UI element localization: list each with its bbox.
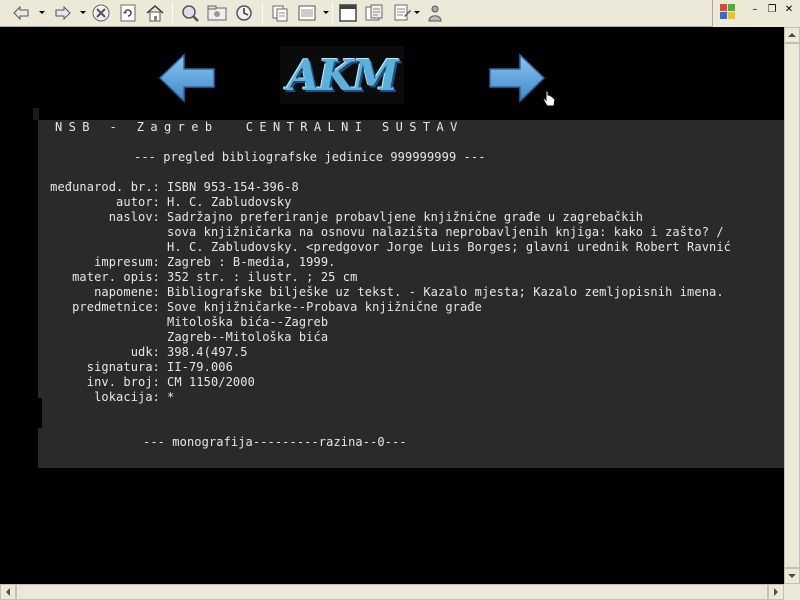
- home-icon: [146, 5, 164, 22]
- field-value: *: [167, 390, 175, 404]
- record-header: NSB - Zagreb CENTRALNI SUSTAV: [55, 120, 464, 134]
- edit-button[interactable]: [363, 3, 385, 23]
- record-field-row: Zagreb--Mitološka bića: [38, 330, 328, 345]
- refresh-icon: [120, 4, 136, 22]
- previous-record-button[interactable]: [158, 52, 216, 104]
- akm-logo[interactable]: AKM: [280, 46, 404, 104]
- print-button[interactable]: [295, 3, 319, 23]
- field-label: napomene:: [94, 285, 160, 299]
- print-icon: [298, 5, 316, 21]
- field-value: H. C. Zabludovsky: [167, 195, 292, 209]
- print-dropdown-icon[interactable]: [323, 11, 329, 14]
- home-button[interactable]: [143, 3, 167, 23]
- minimize-button[interactable]: –: [748, 4, 762, 16]
- restore-button[interactable]: ❐: [765, 4, 779, 16]
- record-subheader: --- pregled bibliografske jedinice 99999…: [134, 150, 486, 164]
- field-value: Mitološka bića--Zagreb: [167, 315, 329, 329]
- messenger-button[interactable]: [423, 3, 447, 23]
- field-value: II-79.006: [167, 360, 233, 374]
- left-arrow-icon: [158, 53, 215, 103]
- field-value: 398.4(497.5: [167, 345, 248, 359]
- forward-button[interactable]: [50, 3, 76, 23]
- favorites-icon: [207, 5, 227, 21]
- edit-icon: [365, 4, 383, 21]
- vertical-scroll-thumb[interactable]: [784, 43, 800, 568]
- history-icon: [236, 5, 252, 21]
- record-field-row: mater. opis: 352 str. : ilustr. ; 25 cm: [38, 270, 357, 285]
- record-field-row: Mitološka bića--Zagreb: [38, 315, 328, 330]
- field-label: lokacija:: [94, 390, 160, 404]
- field-value: Bibliografske bilješke uz tekst. - Kazal…: [167, 285, 724, 299]
- search-icon: [182, 5, 199, 22]
- back-dropdown-icon[interactable]: [39, 11, 45, 14]
- record-field-row: signatura: II-79.006: [38, 360, 233, 375]
- field-value: H. C. Zabludovsky. <predgovor Jorge Luis…: [167, 240, 731, 254]
- window-controls: – ❐ ✕: [712, 0, 800, 27]
- field-label: predmetnice:: [72, 300, 160, 314]
- next-record-button[interactable]: [488, 52, 546, 104]
- field-label: impresum:: [94, 255, 160, 269]
- scroll-left-button[interactable]: [0, 584, 16, 600]
- field-label: signatura:: [86, 360, 160, 374]
- close-button[interactable]: ✕: [782, 4, 796, 16]
- field-value: Zagreb : B-media, 1999.: [167, 255, 336, 269]
- browser-toolbar: – ❐ ✕: [0, 0, 800, 27]
- messenger-icon: [428, 5, 442, 22]
- stop-button[interactable]: [90, 3, 112, 23]
- window-button[interactable]: [337, 3, 359, 23]
- panel-edge: [33, 108, 39, 120]
- field-value: Sove knjižničarke--Probava knjižnične gr…: [167, 300, 482, 314]
- horizontal-scrollbar[interactable]: [0, 584, 784, 600]
- back-icon: [13, 6, 29, 20]
- record-footer: --- monografija---------razina--0---: [143, 435, 407, 449]
- record-field-row: naslov: Sadržajno preferiranje probavljen…: [38, 210, 643, 225]
- record-field-row: udk: 398.4(497.5: [38, 345, 248, 360]
- record-field-row: inv. broj: CM 1150/2000: [38, 375, 255, 390]
- history-button[interactable]: [232, 3, 256, 23]
- scroll-up-button[interactable]: [784, 27, 800, 43]
- discuss-button[interactable]: [389, 3, 415, 23]
- vertical-scrollbar[interactable]: [784, 27, 800, 584]
- discuss-icon: [394, 4, 411, 21]
- mail-button[interactable]: [268, 3, 292, 23]
- field-value: sova knjižničarka na osnovu nalazišta ne…: [167, 225, 724, 239]
- field-value: 352 str. : ilustr. ; 25 cm: [167, 270, 358, 284]
- field-value: ISBN 953-154-396-8: [167, 180, 299, 194]
- field-value: Sadržajno preferiranje probavljene knjiž…: [167, 210, 644, 224]
- search-button[interactable]: [178, 3, 202, 23]
- field-value: CM 1150/2000: [167, 375, 255, 389]
- record-field-row: lokacija: *: [38, 390, 174, 405]
- field-label: mater. opis:: [72, 270, 160, 284]
- forward-icon: [55, 6, 71, 20]
- field-label: međunarod. br.:: [50, 180, 160, 194]
- field-label: autor:: [116, 195, 160, 209]
- favorites-button[interactable]: [205, 3, 229, 23]
- windows-logo-icon: [720, 4, 738, 22]
- record-field-row: H. C. Zabludovsky. <predgovor Jorge Luis…: [38, 240, 731, 255]
- record-field-row: sova knjižničarka na osnovu nalazišta ne…: [38, 225, 724, 240]
- edit-dropdown-icon[interactable]: [414, 11, 420, 14]
- record-field-row: impresum: Zagreb : B-media, 1999.: [38, 255, 335, 270]
- back-button[interactable]: [8, 3, 34, 23]
- forward-dropdown-icon[interactable]: [80, 11, 86, 14]
- field-label: udk:: [130, 345, 160, 359]
- horizontal-scroll-thumb[interactable]: [16, 584, 768, 600]
- field-value: Zagreb--Mitološka bića: [167, 330, 329, 344]
- field-label: naslov:: [108, 210, 160, 224]
- record-field-row: autor: H. C. Zabludovsky: [38, 195, 291, 210]
- mail-icon: [272, 5, 288, 22]
- scroll-down-button[interactable]: [784, 568, 800, 584]
- field-label: inv. broj:: [86, 375, 160, 389]
- scroll-right-button[interactable]: [768, 584, 784, 600]
- right-arrow-icon: [489, 53, 546, 103]
- stop-icon: [92, 4, 110, 22]
- hand-cursor-icon: [541, 90, 557, 108]
- record-field-row: međunarod. br.: ISBN 953-154-396-8: [38, 180, 299, 195]
- scroll-corner: [784, 584, 800, 600]
- refresh-button[interactable]: [117, 3, 139, 23]
- window-icon: [339, 4, 357, 22]
- record-field-row: napomene: Bibliografske bilješke uz tekst…: [38, 285, 723, 300]
- logo-text: AKM: [287, 50, 399, 100]
- record-field-row: predmetnice: Sove knjižničarke--Probava k…: [38, 300, 482, 315]
